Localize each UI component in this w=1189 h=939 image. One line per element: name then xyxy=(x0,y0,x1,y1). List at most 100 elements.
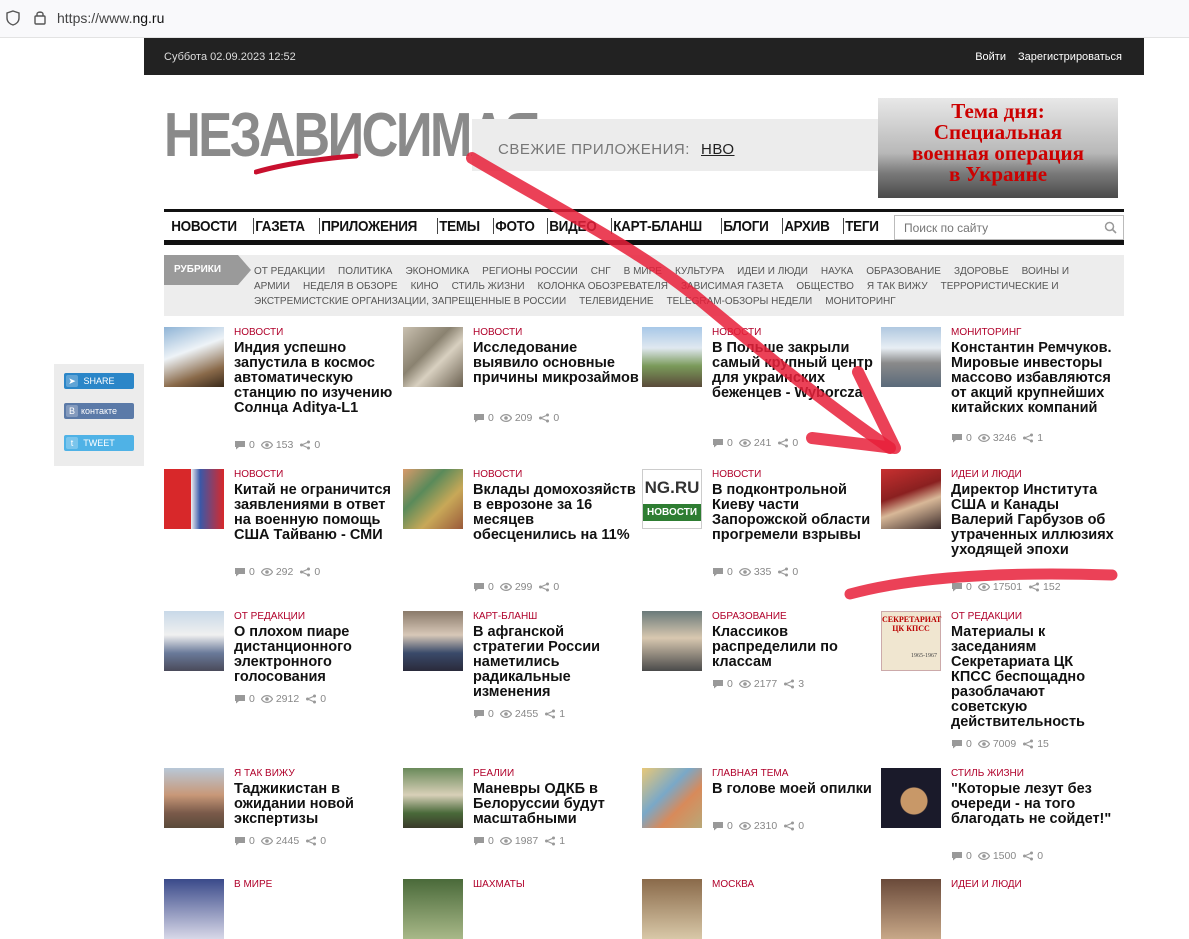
article-category[interactable]: ИДЕИ И ЛЮДИ xyxy=(951,469,1022,480)
rubric-item[interactable]: НАУКА xyxy=(821,266,853,277)
article-title[interactable]: Материалы к заседаниям Секретариата ЦК К… xyxy=(951,625,1117,730)
article-title[interactable]: В афганской стратегии России наметились … xyxy=(473,625,639,700)
nav-tags[interactable]: ТЕГИ xyxy=(838,218,886,235)
rubric-item[interactable]: ОТ РЕДАКЦИИ xyxy=(254,266,325,277)
article-title[interactable]: Китай не ограничится заявлениями в ответ… xyxy=(234,483,400,543)
article-title[interactable]: "Которые лезут без очереди - на того бла… xyxy=(951,782,1117,827)
article-thumbnail[interactable] xyxy=(881,327,941,387)
nav-carte-blanche[interactable]: КАРТ-БЛАНШ xyxy=(606,218,709,235)
rubric-item[interactable]: КУЛЬТУРА xyxy=(675,266,724,277)
article-category[interactable]: ОТ РЕДАКЦИИ xyxy=(951,611,1022,622)
search-icon[interactable] xyxy=(1104,221,1117,234)
vk-share-button[interactable]: Вконтакте xyxy=(64,403,134,419)
article-thumbnail[interactable] xyxy=(164,611,224,671)
search-input[interactable] xyxy=(902,220,1096,236)
article-category[interactable]: Я ТАК ВИЖУ xyxy=(234,768,295,779)
rubric-item[interactable]: МОНИТОРИНГ xyxy=(825,296,895,307)
rubric-item[interactable]: ИДЕИ И ЛЮДИ xyxy=(737,266,808,277)
article-category[interactable]: ГЛАВНАЯ ТЕМА xyxy=(712,768,788,779)
article-category[interactable]: НОВОСТИ xyxy=(234,469,283,480)
article-thumbnail[interactable] xyxy=(403,768,463,828)
article-thumbnail[interactable]: NG.RU НОВОСТИ xyxy=(642,469,702,529)
twitter-share-button[interactable]: t TWEET xyxy=(64,435,134,451)
article-category[interactable]: ОБРАЗОВАНИЕ xyxy=(712,611,787,622)
article-title[interactable]: В подконтрольной Киеву части Запорожской… xyxy=(712,483,878,543)
article-thumbnail[interactable] xyxy=(164,327,224,387)
rubric-item[interactable]: ЗДОРОВЬЕ xyxy=(954,266,1009,277)
article-category[interactable]: ОТ РЕДАКЦИИ xyxy=(234,611,305,622)
telegram-share-button[interactable]: ➤ SHARE xyxy=(64,373,134,389)
article-category[interactable]: НОВОСТИ xyxy=(712,327,761,338)
article-thumbnail[interactable] xyxy=(164,768,224,828)
nav-supplements[interactable]: ПРИЛОЖЕНИЯ xyxy=(314,218,424,235)
nav-archive[interactable]: АРХИВ xyxy=(777,218,837,235)
theme-of-day-banner[interactable]: Тема дня: Специальная военная операция в… xyxy=(878,98,1118,198)
nav-news[interactable]: НОВОСТИ xyxy=(164,218,244,235)
article-thumbnail[interactable] xyxy=(881,879,941,939)
article-thumbnail[interactable] xyxy=(642,879,702,939)
article-thumbnail[interactable] xyxy=(403,879,463,939)
article-thumbnail[interactable] xyxy=(881,469,941,529)
article-category[interactable]: МОНИТОРИНГ xyxy=(951,327,1021,338)
article-category[interactable]: НОВОСТИ xyxy=(473,469,522,480)
article-category[interactable]: РЕАЛИИ xyxy=(473,768,514,779)
article-category[interactable]: НОВОСТИ xyxy=(712,469,761,480)
register-link[interactable]: Зарегистрироваться xyxy=(1018,51,1122,63)
article-title[interactable]: Вклады домохозяйств в еврозоне за 16 мес… xyxy=(473,483,639,543)
rubric-item[interactable]: СТИЛЬ ЖИЗНИ xyxy=(452,281,525,292)
article-title[interactable]: В голове моей опилки xyxy=(712,782,878,797)
url-field[interactable]: https://www.ng.ru xyxy=(57,10,164,26)
nav-topics[interactable]: ТЕМЫ xyxy=(432,218,487,235)
rubric-item[interactable]: ОБЩЕСТВО xyxy=(796,281,854,292)
article-thumbnail[interactable]: СЕКРЕТАРИАТ ЦК КПСС 1965-1967 xyxy=(881,611,941,671)
rubric-item[interactable]: ПОЛИТИКА xyxy=(338,266,392,277)
article-title[interactable]: Индия успешно запустила в космос автомат… xyxy=(234,341,400,416)
article-thumbnail[interactable] xyxy=(642,327,702,387)
rubric-item[interactable]: КОЛОНКА ОБОЗРЕВАТЕЛЯ xyxy=(538,281,668,292)
lock-icon[interactable] xyxy=(33,9,47,25)
rubric-item[interactable]: ТЕЛЕВИДЕНИЕ xyxy=(579,296,653,307)
article-thumbnail[interactable] xyxy=(642,768,702,828)
nav-newspaper[interactable]: ГАЗЕТА xyxy=(248,218,312,235)
article-thumbnail[interactable] xyxy=(164,469,224,529)
article-thumbnail[interactable] xyxy=(403,469,463,529)
article-category[interactable]: МОСКВА xyxy=(712,879,754,890)
article-title[interactable]: Таджикистан в ожидании новой экспертизы xyxy=(234,782,400,827)
login-link[interactable]: Войти xyxy=(975,51,1006,63)
article-thumbnail[interactable] xyxy=(403,611,463,671)
article-category[interactable]: СТИЛЬ ЖИЗНИ xyxy=(951,768,1024,779)
article-category[interactable]: В МИРЕ xyxy=(234,879,272,890)
rubric-item[interactable]: В МИРЕ xyxy=(624,266,662,277)
nvo-link[interactable]: НВО xyxy=(701,141,735,158)
article-category[interactable]: КАРТ-БЛАНШ xyxy=(473,611,537,622)
rubric-item[interactable]: Я ТАК ВИЖУ xyxy=(867,281,928,292)
article-category[interactable]: НОВОСТИ xyxy=(473,327,522,338)
article-thumbnail[interactable] xyxy=(642,611,702,671)
article-category[interactable]: ИДЕИ И ЛЮДИ xyxy=(951,879,1022,890)
rubric-item[interactable]: СНГ xyxy=(591,266,611,277)
article-thumbnail[interactable] xyxy=(164,879,224,939)
rubric-item[interactable]: КИНО xyxy=(411,281,439,292)
article-title[interactable]: Классиков распределили по классам xyxy=(712,625,878,670)
rubric-item[interactable]: ЭКОНОМИКА xyxy=(405,266,469,277)
rubric-item[interactable]: РЕГИОНЫ РОССИИ xyxy=(482,266,578,277)
article-title[interactable]: Директор Института США и Канады Валерий … xyxy=(951,483,1117,558)
article-title[interactable]: В Польше закрыли самый крупный центр для… xyxy=(712,341,878,401)
shield-icon[interactable] xyxy=(6,10,20,26)
article-title[interactable]: Исследование выявило основные причины ми… xyxy=(473,341,639,386)
rubric-item[interactable]: TELEGRAM-ОБЗОРЫ НЕДЕЛИ xyxy=(667,296,813,307)
article-title[interactable]: О плохом пиаре дистанционного электронно… xyxy=(234,625,400,685)
article-category[interactable]: НОВОСТИ xyxy=(234,327,283,338)
article-title[interactable]: Маневры ОДКБ в Белоруссии будут масштабн… xyxy=(473,782,639,827)
nav-blogs[interactable]: БЛОГИ xyxy=(716,218,776,235)
article-title[interactable]: Константин Ремчуков. Мировые инвесторы м… xyxy=(951,341,1117,416)
rubric-item[interactable]: ОБРАЗОВАНИЕ xyxy=(866,266,941,277)
view-count-group: 335 xyxy=(738,566,771,578)
rubric-item[interactable]: НЕДЕЛЯ В ОБЗОРЕ xyxy=(303,281,398,292)
article-thumbnail[interactable] xyxy=(403,327,463,387)
article-thumbnail[interactable] xyxy=(881,768,941,828)
rubric-item[interactable]: ЗАВИСИМАЯ ГАЗЕТА xyxy=(681,281,783,292)
nav-video[interactable]: ВИДЕО xyxy=(542,218,604,235)
nav-photo[interactable]: ФОТО xyxy=(488,218,542,235)
article-category[interactable]: ШАХМАТЫ xyxy=(473,879,525,890)
